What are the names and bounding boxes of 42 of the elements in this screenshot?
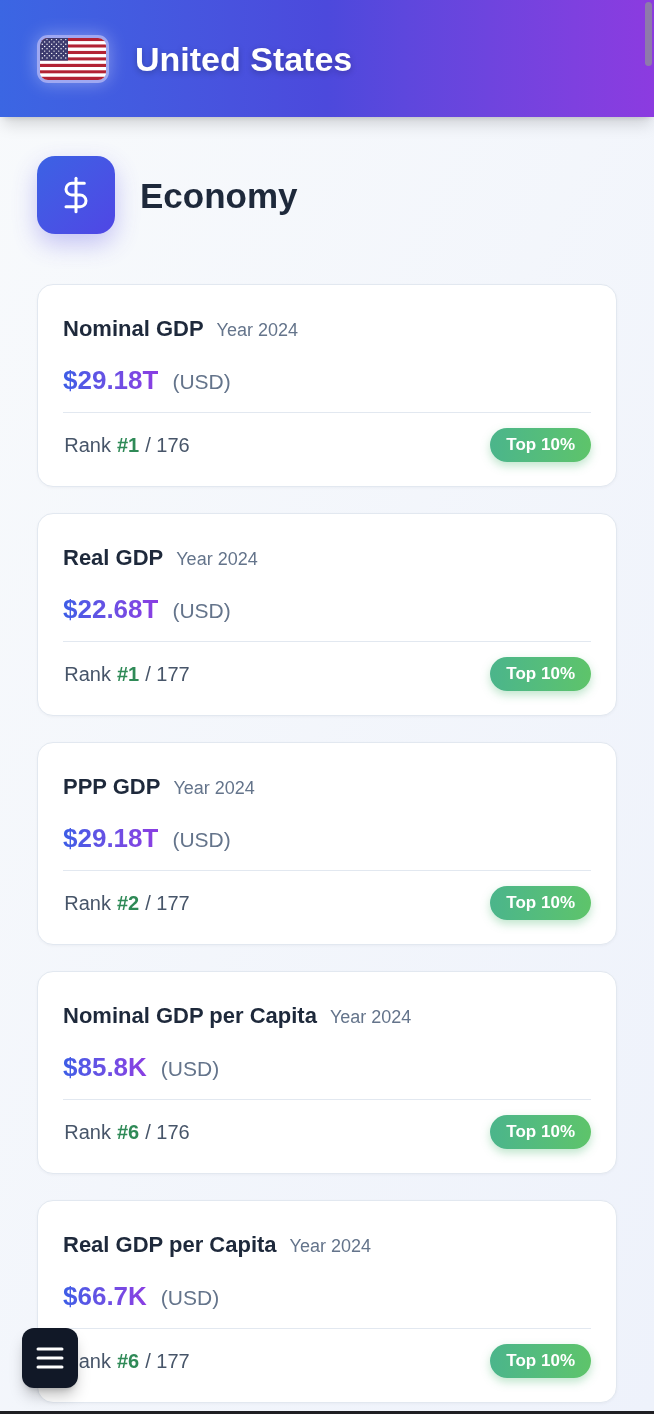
metric-title: Real GDP per Capita: [63, 1231, 277, 1259]
currency-unit: (USD): [160, 1056, 220, 1082]
rank-total: / 176: [145, 433, 190, 458]
year-label: Year 2024: [173, 777, 255, 800]
rank-total: / 176: [145, 1120, 190, 1145]
currency-unit: (USD): [172, 369, 231, 395]
metric-title: Nominal GDP per Capita: [63, 1002, 317, 1030]
rank-label: Rank: [64, 662, 111, 687]
currency-unit: (USD): [172, 598, 231, 624]
rank-total: / 177: [145, 1349, 190, 1374]
year-label: Year 2024: [289, 1235, 371, 1258]
percentile-badge: Top 10%: [490, 1344, 591, 1378]
metric-title: Nominal GDP: [63, 315, 204, 343]
year-label: Year 2024: [216, 319, 298, 342]
percentile-badge: Top 10%: [490, 886, 591, 920]
year-label: Year 2024: [176, 548, 258, 571]
percentile-badge: Top 10%: [490, 657, 591, 691]
dollar-icon: [37, 156, 115, 234]
rank-number: #2: [117, 891, 140, 916]
currency-unit: (USD): [172, 827, 231, 853]
rank-number: #6: [117, 1349, 140, 1374]
section-title: Economy: [140, 177, 298, 213]
year-label: Year 2024: [329, 1006, 412, 1029]
rank-label: Rank: [64, 1120, 111, 1145]
currency-unit: (USD): [160, 1285, 220, 1311]
metric-title: PPP GDP: [63, 773, 161, 801]
rank-label: Rank: [64, 433, 111, 458]
rank-number: #6: [117, 1120, 140, 1145]
rank-number: #1: [117, 433, 140, 458]
rank-label: ank: [78, 1349, 111, 1374]
menu-button[interactable]: [22, 1328, 78, 1388]
page-title: United States: [135, 41, 353, 76]
rank-number: #1: [117, 662, 140, 687]
metric-title: Real GDP: [63, 544, 164, 572]
percentile-badge: Top 10%: [490, 428, 591, 462]
menu-icon: [36, 1346, 64, 1370]
rank-total: / 177: [145, 891, 190, 916]
flag-icon: [37, 34, 109, 83]
rank-total: / 177: [145, 662, 190, 687]
scrollbar-thumb[interactable]: [645, 2, 652, 66]
rank-label: Rank: [64, 891, 111, 916]
percentile-badge: Top 10%: [490, 1115, 591, 1149]
